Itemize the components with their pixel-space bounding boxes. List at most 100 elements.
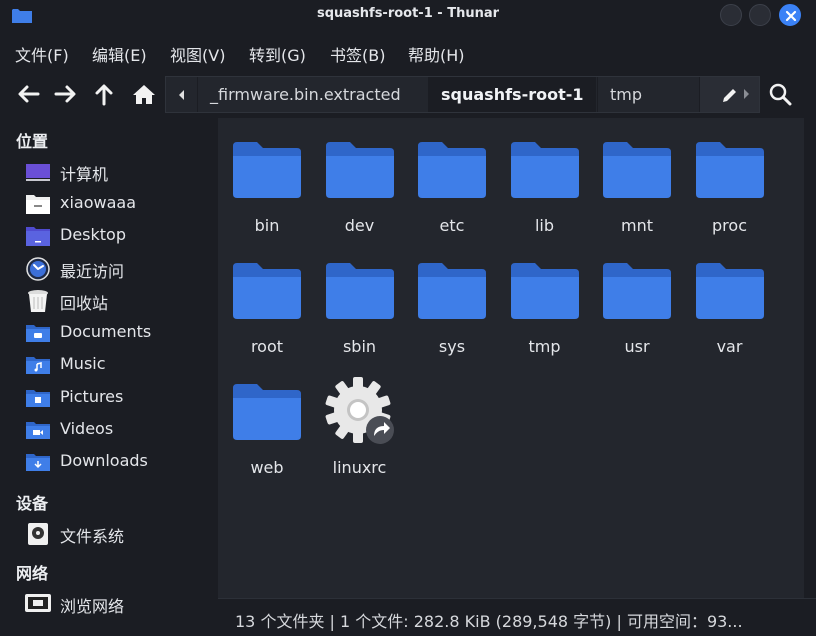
- folder-item[interactable]: proc: [684, 120, 776, 235]
- home-icon: [133, 85, 155, 104]
- path-bar: _firmware.bin.extracted squashfs-root-1 …: [165, 76, 760, 113]
- chevron-right-icon: [744, 88, 749, 99]
- folder-icon: [695, 263, 764, 319]
- sidebar-item-recent[interactable]: 最近访问: [24, 255, 210, 283]
- computer-icon: [26, 164, 50, 181]
- menu-file[interactable]: 文件(F): [15, 42, 69, 66]
- sidebar-item-home[interactable]: xiaowaaa: [24, 190, 210, 218]
- videos-folder-icon: [26, 422, 50, 439]
- folder-icon: [418, 142, 486, 198]
- home-button[interactable]: [130, 80, 158, 108]
- menu-help[interactable]: 帮助(H): [408, 42, 465, 66]
- sidebar-item-downloads[interactable]: Downloads: [24, 448, 210, 476]
- file-name: sys: [438, 337, 466, 356]
- title-bar: squashfs-root-1 - Thunar: [0, 0, 816, 30]
- sidebar-item-label: 文件系统: [60, 527, 125, 546]
- menu-view[interactable]: 视图(V): [170, 42, 225, 66]
- search-icon: [769, 83, 792, 106]
- folder-item[interactable]: sbin: [314, 241, 406, 356]
- menu-bookmarks[interactable]: 书签(B): [330, 42, 385, 66]
- sidebar-item-videos[interactable]: Videos: [24, 416, 210, 444]
- sidebar-heading-places: 位置: [16, 132, 49, 151]
- toolbar: _firmware.bin.extracted squashfs-root-1 …: [0, 74, 816, 116]
- sidebar-item-computer[interactable]: 计算机: [24, 158, 210, 186]
- folder-item[interactable]: bin: [221, 120, 313, 235]
- network-icon: [25, 594, 51, 612]
- file-item[interactable]: linuxrc: [314, 362, 406, 477]
- sidebar-heading-devices: 设备: [16, 494, 49, 513]
- home-folder-icon: [26, 195, 50, 214]
- sidebar-item-label: Desktop: [60, 225, 126, 244]
- file-name: usr: [624, 337, 650, 356]
- file-name: sbin: [342, 337, 377, 356]
- folder-item[interactable]: etc: [406, 120, 498, 235]
- folder-item[interactable]: lib: [499, 120, 591, 235]
- forward-arrow-icon: [54, 85, 76, 103]
- maximize-button[interactable]: [749, 4, 771, 26]
- vertical-scrollbar[interactable]: [805, 118, 816, 598]
- folder-icon: [325, 263, 394, 319]
- menu-bar: 文件(F) 编辑(E) 视图(V) 转到(G) 书签(B) 帮助(H): [0, 36, 816, 68]
- file-name: lib: [534, 216, 555, 235]
- folder-icon: [233, 384, 301, 440]
- sidebar-item-label: 最近访问: [60, 262, 125, 281]
- folder-item[interactable]: sys: [406, 241, 498, 356]
- close-icon: [785, 10, 797, 22]
- back-arrow-icon: [18, 85, 40, 103]
- file-name: proc: [712, 216, 747, 235]
- sidebar-item-label: 浏览网络: [60, 597, 125, 616]
- sidebar-item-label: 回收站: [60, 294, 109, 313]
- pictures-folder-icon: [26, 390, 50, 407]
- folder-item[interactable]: root: [221, 241, 313, 356]
- folder-icon: [510, 142, 579, 198]
- folder-icon: [233, 263, 301, 319]
- breadcrumb-squashfs-root[interactable]: squashfs-root-1: [428, 77, 596, 112]
- status-bar: 13 个文件夹 | 1 个文件: 282.8 KiB (289,548 字节) …: [218, 598, 816, 636]
- sidebar-heading-network: 网络: [16, 564, 49, 583]
- forward-button[interactable]: [52, 80, 80, 108]
- status-text: 13 个文件夹 | 1 个文件: 282.8 KiB (289,548 字节) …: [235, 612, 743, 631]
- menu-go[interactable]: 转到(G): [249, 42, 306, 66]
- folder-icon: [418, 263, 486, 319]
- sidebar-item-label: Downloads: [60, 451, 148, 470]
- back-button[interactable]: [14, 80, 42, 108]
- search-button[interactable]: [766, 80, 794, 108]
- file-name: linuxrc: [332, 458, 387, 477]
- path-scroll-right-button[interactable]: [732, 76, 762, 111]
- sidebar-item-label: Music: [60, 354, 106, 373]
- sidebar-item-desktop[interactable]: Desktop: [24, 222, 210, 250]
- minimize-button[interactable]: [720, 4, 742, 26]
- path-scroll-left-button[interactable]: [166, 77, 196, 112]
- sidebar-item-label: Pictures: [60, 387, 124, 406]
- file-name: dev: [344, 216, 375, 235]
- folder-icon: [695, 142, 764, 198]
- drive-icon: [28, 523, 48, 545]
- folder-item[interactable]: dev: [314, 120, 406, 235]
- downloads-folder-icon: [26, 454, 50, 471]
- up-arrow-icon: [95, 84, 113, 106]
- folder-item[interactable]: var: [684, 241, 776, 356]
- breadcrumb-tmp[interactable]: tmp: [597, 77, 654, 112]
- up-button[interactable]: [90, 80, 118, 108]
- recent-icon: [26, 257, 50, 281]
- folder-item[interactable]: usr: [591, 241, 683, 356]
- folder-item[interactable]: web: [221, 362, 313, 477]
- sidebar-item-filesystem[interactable]: 文件系统: [24, 520, 210, 548]
- menu-edit[interactable]: 编辑(E): [92, 42, 147, 66]
- close-button[interactable]: [779, 4, 801, 26]
- sidebar-item-documents[interactable]: Documents: [24, 319, 210, 347]
- file-name: web: [250, 458, 284, 477]
- breadcrumb-firmware[interactable]: _firmware.bin.extracted: [197, 77, 413, 112]
- folder-item[interactable]: tmp: [499, 241, 591, 356]
- sidebar-item-music[interactable]: Music: [24, 351, 210, 379]
- window-title: squashfs-root-1 - Thunar: [316, 6, 500, 21]
- gear-symlink-icon: [325, 377, 394, 444]
- sidebar-item-trash[interactable]: 回收站: [24, 287, 210, 315]
- sidebar: 位置 计算机 xiaowaaa Desktop 最近访问 回收站 Documen…: [0, 118, 216, 636]
- chevron-left-icon: [179, 89, 184, 100]
- documents-folder-icon: [26, 325, 50, 342]
- folder-item[interactable]: mnt: [591, 120, 683, 235]
- folder-icon: [603, 263, 671, 319]
- sidebar-item-browse-network[interactable]: 浏览网络: [24, 590, 210, 618]
- sidebar-item-pictures[interactable]: Pictures: [24, 384, 210, 412]
